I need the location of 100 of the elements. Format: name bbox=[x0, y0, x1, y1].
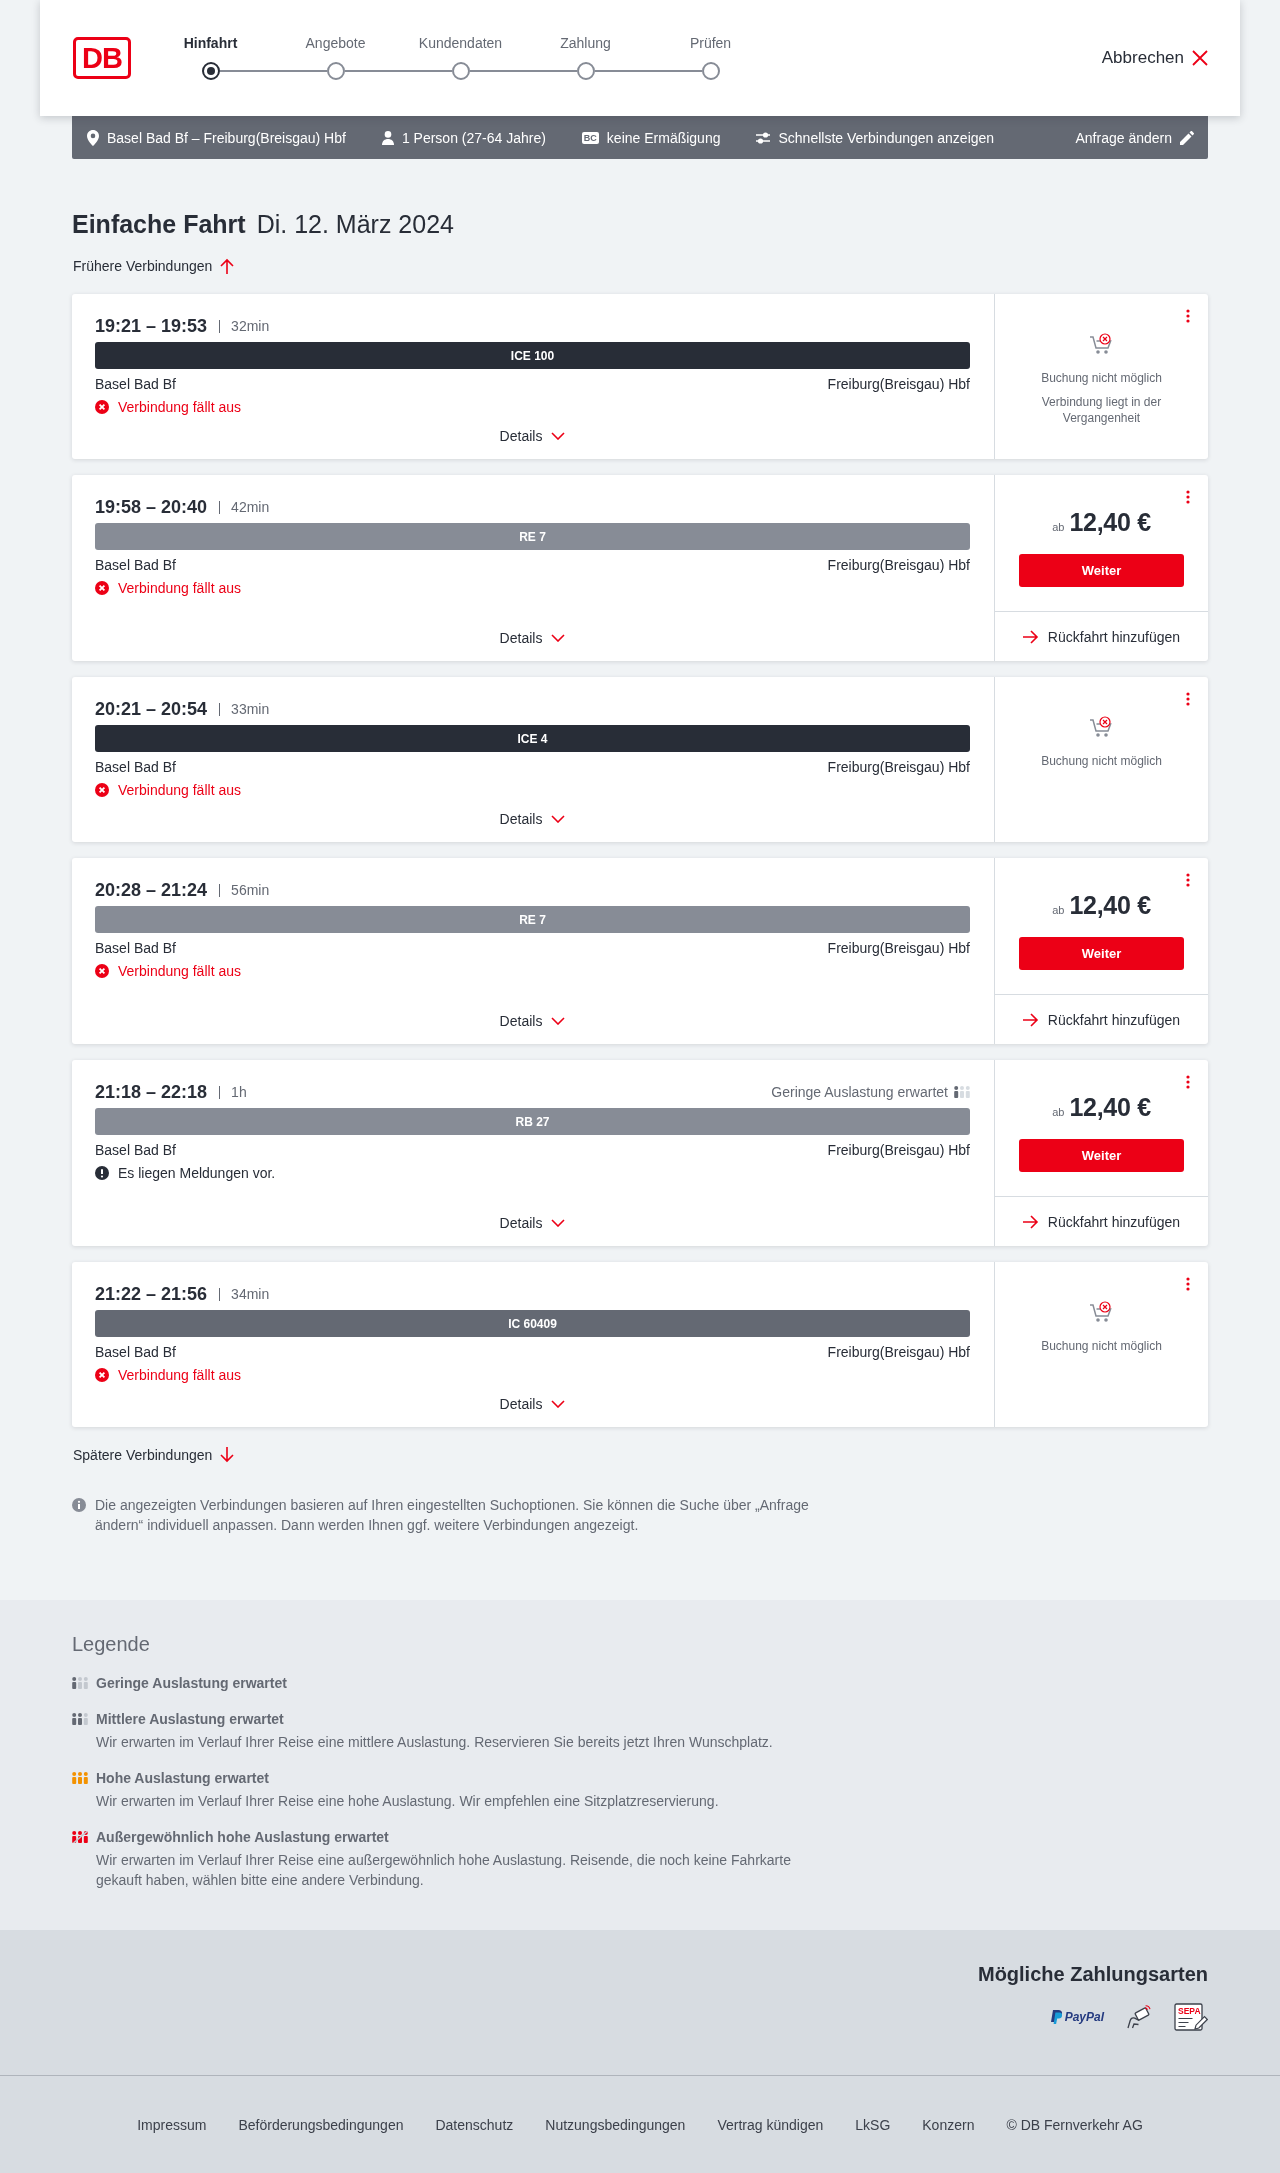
occupancy-icon bbox=[72, 1713, 88, 1725]
discount-text: keine Ermäßigung bbox=[606, 129, 721, 146]
add-return-link[interactable]: Rückfahrt hinzufügen bbox=[1022, 1213, 1181, 1230]
time-range: 21:18 – 22:18 bbox=[95, 1081, 208, 1103]
chevron-down-icon bbox=[551, 1400, 566, 1408]
price-text: 12,40 € bbox=[1069, 891, 1151, 920]
arrival-station: Freiburg(Breisgau) Hbf bbox=[827, 939, 970, 958]
cancelled-icon bbox=[95, 400, 109, 414]
duration-text: 34min bbox=[231, 1286, 270, 1302]
departure-station: Basel Bad Bf bbox=[95, 375, 176, 394]
db-logo[interactable]: DB bbox=[73, 37, 131, 79]
page-title: Einfache Fahrt bbox=[72, 209, 246, 240]
time-range: 20:21 – 20:54 bbox=[95, 698, 208, 720]
more-icon[interactable] bbox=[1186, 490, 1190, 504]
duration-text: 33min bbox=[231, 701, 270, 717]
booking-status-text: Buchung nicht möglich bbox=[1041, 370, 1162, 386]
notice-text: Verbindung fällt aus bbox=[118, 398, 241, 417]
travellers-text: 1 Person (27-64 Jahre) bbox=[401, 129, 546, 146]
chevron-down-icon bbox=[551, 634, 566, 642]
details-button[interactable]: Details bbox=[499, 627, 566, 649]
arrival-station: Freiburg(Breisgau) Hbf bbox=[827, 556, 970, 575]
arrow-up-icon bbox=[220, 258, 235, 274]
time-range: 19:58 – 20:40 bbox=[95, 496, 208, 518]
chevron-down-icon bbox=[551, 432, 566, 440]
train-bar: RB 27 bbox=[95, 1108, 970, 1135]
details-button[interactable]: Details bbox=[499, 425, 566, 447]
departure-station: Basel Bad Bf bbox=[95, 1343, 176, 1362]
time-range: 21:22 – 21:56 bbox=[95, 1283, 208, 1305]
cancelled-icon bbox=[95, 1368, 109, 1382]
occupancy-icon bbox=[72, 1831, 88, 1843]
cancelled-icon bbox=[95, 581, 109, 595]
footer-link[interactable]: Konzern bbox=[922, 2116, 975, 2133]
departure-station: Basel Bad Bf bbox=[95, 758, 176, 777]
footer-link[interactable]: Beförderungsbedingungen bbox=[238, 2116, 404, 2133]
more-icon[interactable] bbox=[1186, 873, 1190, 887]
sliders-icon bbox=[756, 131, 771, 144]
chevron-down-icon bbox=[551, 1219, 566, 1227]
details-button[interactable]: Details bbox=[499, 1212, 566, 1234]
train-bar: RE 7 bbox=[95, 523, 970, 550]
close-icon bbox=[1192, 50, 1208, 66]
arrow-down-icon bbox=[220, 1447, 235, 1463]
footer-link[interactable]: © DB Fernverkehr AG bbox=[1006, 2116, 1143, 2133]
continue-button[interactable]: Weiter bbox=[1019, 554, 1184, 587]
earlier-connections-link[interactable]: Frühere Verbindungen bbox=[73, 256, 235, 276]
more-icon[interactable] bbox=[1186, 692, 1190, 706]
paypal-icon bbox=[1049, 2010, 1062, 2024]
legend-item-title: Außergewöhnlich hohe Auslastung erwartet bbox=[96, 1828, 389, 1847]
footer-link[interactable]: Vertrag kündigen bbox=[717, 2116, 824, 2133]
occupancy-icon bbox=[72, 1772, 88, 1784]
edit-request-button[interactable]: Anfrage ändern bbox=[1075, 129, 1194, 146]
price-text: 12,40 € bbox=[1069, 1093, 1151, 1122]
details-button[interactable]: Details bbox=[499, 1393, 566, 1415]
details-button[interactable]: Details bbox=[499, 808, 566, 830]
route-text: Basel Bad Bf – Freiburg(Breisgau) Hbf bbox=[107, 129, 346, 146]
arrow-right-icon bbox=[1022, 629, 1039, 644]
arrival-station: Freiburg(Breisgau) Hbf bbox=[827, 375, 970, 394]
location-pin-icon bbox=[87, 129, 99, 146]
step-label: Zahlung bbox=[560, 34, 611, 52]
departure-station: Basel Bad Bf bbox=[95, 1141, 176, 1160]
step-label: Kundendaten bbox=[418, 34, 503, 52]
footer-link[interactable]: Datenschutz bbox=[435, 2116, 514, 2133]
arrow-right-icon bbox=[1022, 1012, 1039, 1027]
person-icon bbox=[381, 130, 394, 145]
details-button[interactable]: Details bbox=[499, 1010, 566, 1032]
footer-link[interactable]: LkSG bbox=[855, 2116, 891, 2133]
continue-button[interactable]: Weiter bbox=[1019, 937, 1184, 970]
booking-status-text: Buchung nicht möglich bbox=[1041, 753, 1162, 769]
occupancy-icon bbox=[72, 1677, 88, 1689]
footer-link[interactable]: Impressum bbox=[137, 2116, 207, 2133]
cart-icon bbox=[1088, 1301, 1115, 1323]
more-icon[interactable] bbox=[1186, 309, 1190, 323]
time-range: 20:28 – 21:24 bbox=[95, 879, 208, 901]
train-bar: ICE 100 bbox=[95, 342, 970, 369]
more-icon[interactable] bbox=[1186, 1277, 1190, 1291]
train-bar: ICE 4 bbox=[95, 725, 970, 752]
add-return-link[interactable]: Rückfahrt hinzufügen bbox=[1022, 1011, 1181, 1028]
add-return-link[interactable]: Rückfahrt hinzufügen bbox=[1022, 628, 1181, 645]
price-prefix: ab bbox=[1052, 1106, 1065, 1118]
footer-link[interactable]: Nutzungsbedingungen bbox=[545, 2116, 686, 2133]
cancel-button[interactable]: Abbrechen bbox=[1101, 44, 1208, 72]
legend-item-title: Hohe Auslastung erwartet bbox=[96, 1769, 269, 1788]
arrival-station: Freiburg(Breisgau) Hbf bbox=[827, 758, 970, 777]
duration-text: 1h bbox=[231, 1084, 247, 1100]
train-bar: RE 7 bbox=[95, 906, 970, 933]
notice-text: Verbindung fällt aus bbox=[118, 1366, 241, 1385]
legend-item-title: Geringe Auslastung erwartet bbox=[96, 1674, 287, 1693]
paypal-wordmark: PayPal bbox=[1064, 2010, 1104, 2024]
chevron-down-icon bbox=[551, 815, 566, 823]
notice-text: Verbindung fällt aus bbox=[118, 781, 241, 800]
price-prefix: ab bbox=[1052, 521, 1065, 533]
notice-text: Es liegen Meldungen vor. bbox=[118, 1164, 276, 1183]
hand-card-icon bbox=[1126, 2005, 1152, 2029]
cart-icon bbox=[1088, 716, 1115, 738]
notice-text: Verbindung fällt aus bbox=[118, 962, 241, 981]
legend-item-description: Wir erwarten im Verlauf Ihrer Reise eine außergewöhnlich hohe Auslastung. Reisende, die noch keine Fahrkarte gekauft haben, wählen bitte eine andere Verbindung. bbox=[96, 1851, 792, 1890]
more-icon[interactable] bbox=[1186, 1075, 1190, 1089]
pencil-icon bbox=[1180, 130, 1194, 145]
later-connections-link[interactable]: Spätere Verbindungen bbox=[73, 1445, 235, 1465]
continue-button[interactable]: Weiter bbox=[1019, 1139, 1184, 1172]
arrow-right-icon bbox=[1022, 1214, 1039, 1229]
